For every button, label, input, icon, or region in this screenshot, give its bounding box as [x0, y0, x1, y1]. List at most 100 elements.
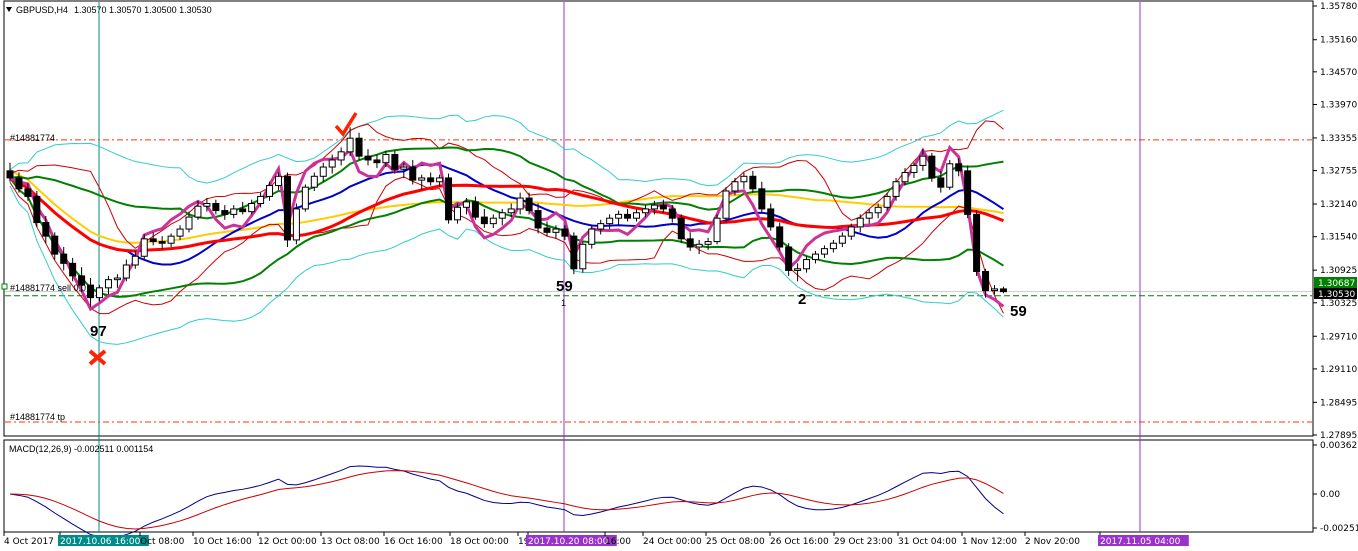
time-label: 29 Oct 23:00 — [834, 537, 893, 547]
price-tick-label: 1.29710 — [1320, 332, 1357, 342]
time-label: 2017.11.05 04:00 — [1100, 537, 1181, 547]
candle-body — [633, 212, 640, 219]
candle-body — [51, 235, 59, 255]
candle-body — [266, 185, 274, 197]
candle-body — [812, 253, 819, 261]
candle-body — [427, 177, 435, 183]
price-tick-label: 1.33355 — [1320, 134, 1357, 144]
candle-body — [69, 262, 77, 277]
candle-body — [991, 288, 998, 292]
candle-body — [731, 181, 739, 192]
candle-body — [328, 159, 336, 168]
candle-body — [140, 238, 148, 257]
candle-body — [310, 175, 318, 188]
candle-body — [131, 255, 139, 266]
price-tick-label: 1.27895 — [1320, 431, 1357, 441]
macd-tick-label: -0.002511 — [1320, 524, 1358, 534]
price-tick-label: 1.30325 — [1320, 299, 1357, 309]
time-label: 12 Oct 00:00 — [258, 537, 317, 547]
candle-body — [185, 216, 193, 230]
count-marker-right: 59 — [1010, 303, 1027, 320]
candle-body — [194, 205, 202, 218]
candle-body — [946, 163, 954, 188]
candle-body — [570, 235, 578, 270]
candle-body — [167, 235, 175, 244]
candle-body — [301, 186, 309, 210]
candle-body — [462, 201, 470, 208]
chart-canvas[interactable]: GBPUSD,H4 1.30570 1.30570 1.30500 1.3053… — [0, 0, 1358, 551]
price-tick-label: 1.32140 — [1320, 200, 1357, 210]
time-label: 16:00 — [605, 537, 631, 547]
time-label: 2017.10.06 16:00 — [60, 537, 141, 547]
time-label: Oct 08:00 — [140, 537, 185, 547]
candle-body — [319, 166, 327, 177]
candle-body — [149, 238, 157, 243]
price-tick-label: 1.34570 — [1320, 68, 1357, 78]
candle-body — [498, 212, 506, 219]
count-marker-left: 97 — [90, 323, 107, 340]
time-label: 1 Nov 12:00 — [962, 537, 1017, 547]
candle-body — [507, 208, 515, 214]
candle-body — [892, 181, 900, 197]
candle-body — [776, 226, 784, 248]
candle-body — [283, 175, 291, 241]
candle-body — [239, 208, 247, 213]
candle-body — [767, 208, 775, 228]
order-handle-icon[interactable] — [1, 283, 8, 290]
candle-body — [722, 190, 730, 219]
candle-body — [561, 228, 569, 237]
candle-body — [122, 264, 130, 279]
candle-body — [471, 201, 479, 218]
candle-body — [275, 175, 282, 187]
symbol-label: GBPUSD,H4 — [16, 5, 68, 15]
candle-body — [615, 213, 623, 219]
candle-body — [910, 164, 918, 173]
price-tick-label: 1.35780 — [1320, 2, 1357, 12]
candle-body — [999, 288, 1007, 293]
candle-body — [838, 235, 846, 244]
candle-body — [713, 217, 721, 243]
candle-body — [454, 206, 461, 221]
count-marker-mid: 59 — [556, 278, 573, 295]
candle-body — [6, 170, 14, 179]
time-label: 2 Nov 20:00 — [1025, 537, 1080, 547]
candle-body — [659, 204, 667, 210]
candle-body — [436, 177, 444, 183]
candle-body — [749, 175, 757, 190]
candle-body — [418, 177, 426, 181]
candle-body — [937, 177, 945, 188]
candle-body — [606, 217, 614, 225]
candle-body — [96, 287, 103, 299]
candle-body — [87, 284, 95, 299]
candle-body — [248, 202, 256, 213]
candle-body — [409, 166, 417, 181]
candle-body — [964, 170, 972, 215]
candle-body — [820, 248, 828, 255]
candle-body — [104, 279, 112, 289]
candle-body — [346, 137, 354, 153]
time-label: 2017.10.20 08:00 — [528, 537, 609, 547]
ohlc-readout: 1.30570 1.30570 1.30500 1.30530 — [74, 5, 212, 15]
candle-body — [874, 206, 882, 214]
candle-body — [292, 208, 300, 241]
candle-body — [203, 202, 211, 207]
candle-body — [158, 241, 166, 244]
candle-body — [829, 242, 837, 250]
time-label: 24 Oct 00:00 — [643, 537, 702, 547]
order-tp-label: #14881774 tp — [10, 412, 65, 422]
price-tick-label: 1.31540 — [1320, 233, 1357, 243]
bid-price-badge-text: 1.30530 — [1318, 290, 1355, 300]
candle-body — [856, 217, 864, 228]
candle-body — [740, 175, 748, 183]
candle-body — [695, 243, 703, 248]
candle-body — [24, 188, 32, 197]
price-tick-label: 1.30925 — [1320, 266, 1357, 276]
candle-body — [668, 208, 676, 219]
candle-body — [928, 155, 936, 179]
candle-body — [364, 155, 372, 161]
time-label: 4 Oct 2017 — [4, 537, 54, 547]
candle-body — [803, 259, 811, 270]
candle-body — [704, 241, 712, 245]
macd-tick-label: 0.00 — [1320, 490, 1340, 500]
candle-body — [391, 154, 399, 170]
